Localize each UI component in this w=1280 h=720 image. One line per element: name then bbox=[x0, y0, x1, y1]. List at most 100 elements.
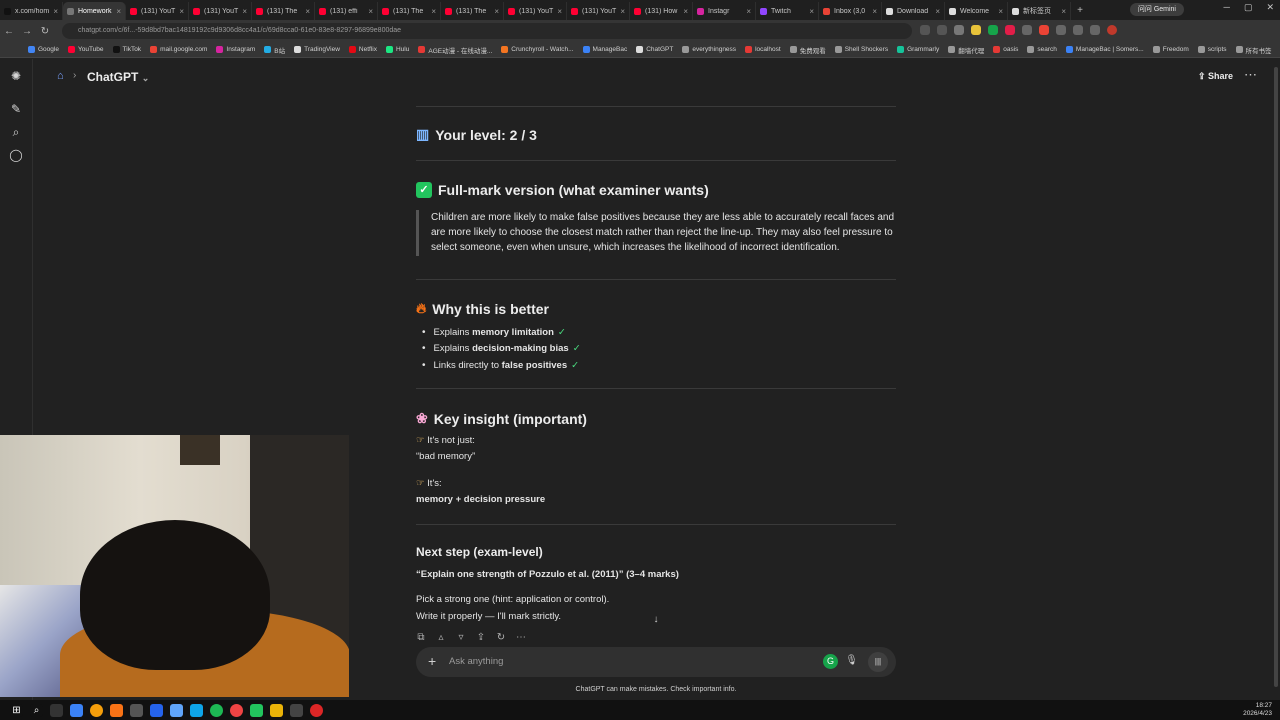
wechat-icon[interactable] bbox=[250, 703, 263, 717]
bookmark-item[interactable]: Netflix bbox=[348, 46, 377, 53]
app-icon[interactable] bbox=[310, 703, 323, 717]
bookmark-item[interactable]: Hulu bbox=[385, 46, 409, 53]
extension-icon[interactable] bbox=[1005, 25, 1015, 35]
browser-tab[interactable]: (131) How × bbox=[630, 2, 693, 20]
close-tab-icon[interactable]: × bbox=[53, 7, 58, 16]
share-icon[interactable]: ⇪ bbox=[476, 632, 486, 643]
back-icon[interactable]: ← bbox=[0, 26, 18, 37]
search-icon[interactable]: ⌕ bbox=[30, 703, 43, 717]
browser-tab[interactable]: (131) The × bbox=[441, 2, 504, 20]
browser-tab[interactable]: Instagr × bbox=[693, 2, 756, 20]
bookmark-item[interactable]: TradingView bbox=[294, 46, 340, 53]
close-tab-icon[interactable]: × bbox=[872, 7, 877, 16]
bookmark-item[interactable]: B站 bbox=[264, 45, 285, 55]
openai-logo-icon[interactable]: ✺ bbox=[9, 69, 23, 83]
bookmark-item[interactable]: Instagram bbox=[216, 46, 255, 53]
extension-icon[interactable] bbox=[988, 25, 998, 35]
bookmark-item[interactable]: TikTok bbox=[112, 46, 141, 53]
thumbs-down-icon[interactable]: ▿ bbox=[456, 632, 466, 643]
task-view-icon[interactable] bbox=[50, 703, 63, 717]
close-tab-icon[interactable]: × bbox=[998, 7, 1003, 16]
file-explorer-icon[interactable] bbox=[70, 703, 83, 717]
new-chat-icon[interactable]: ✎ bbox=[9, 102, 23, 116]
bookmark-item[interactable]: Freedom bbox=[1152, 46, 1189, 53]
browser-tab[interactable]: Homework × bbox=[63, 2, 126, 20]
close-tab-icon[interactable]: × bbox=[431, 7, 436, 16]
bookmark-item[interactable]: everythingness bbox=[682, 46, 736, 53]
project-icon[interactable]: ⌂ bbox=[57, 70, 64, 82]
browser-tab[interactable]: Twitch × bbox=[756, 2, 819, 20]
chrome-icon[interactable] bbox=[90, 703, 103, 717]
bookmark-item[interactable]: AGE动漫 - 在线动漫... bbox=[418, 45, 492, 55]
voice-mode-icon[interactable]: ||| bbox=[868, 652, 888, 672]
model-switcher[interactable]: ChatGPT ⌄ bbox=[87, 70, 149, 84]
browser-tab[interactable]: Inbox (3,0 × bbox=[819, 2, 882, 20]
bookmark-item[interactable]: localhost bbox=[745, 46, 781, 53]
close-tab-icon[interactable]: × bbox=[809, 7, 814, 16]
gmail-icon[interactable] bbox=[1039, 25, 1049, 35]
close-tab-icon[interactable]: × bbox=[116, 7, 121, 16]
bookmark-item[interactable]: Google bbox=[28, 46, 59, 53]
thumbs-up-icon[interactable]: ▵ bbox=[436, 632, 446, 643]
bookmark-item[interactable]: Shell Shockers bbox=[834, 46, 888, 53]
reload-icon[interactable]: ↻ bbox=[36, 26, 54, 37]
bookmark-item[interactable]: oasis bbox=[993, 46, 1018, 53]
system-clock[interactable]: 18:27 2026/4/23 bbox=[1243, 702, 1272, 718]
share-button[interactable]: ⇪ Share bbox=[1198, 71, 1233, 82]
browser-tab[interactable]: x.com/hom × bbox=[0, 2, 63, 20]
close-window-icon[interactable]: ✕ bbox=[1266, 2, 1274, 13]
app-icon[interactable] bbox=[150, 703, 163, 717]
extension-icon[interactable] bbox=[971, 25, 981, 35]
browser-tab[interactable]: 新标签页 × bbox=[1008, 2, 1071, 20]
app-icon[interactable] bbox=[130, 703, 143, 717]
microphone-icon[interactable]: 🎙︎ bbox=[845, 655, 858, 666]
extension-icon[interactable] bbox=[1056, 25, 1066, 35]
start-icon[interactable]: ⊞ bbox=[10, 703, 23, 717]
extensions-puzzle-icon[interactable] bbox=[1090, 25, 1100, 35]
bookmark-item[interactable]: 免费观看 bbox=[789, 45, 826, 55]
regenerate-icon[interactable]: ↻ bbox=[496, 632, 506, 643]
composer-input[interactable]: Ask anything bbox=[449, 656, 503, 667]
minimize-icon[interactable]: ─ bbox=[1224, 2, 1230, 13]
browser-tab[interactable]: (131) YouT × bbox=[567, 2, 630, 20]
app-icon[interactable] bbox=[270, 703, 283, 717]
scroll-down-icon[interactable]: ↓ bbox=[650, 614, 662, 626]
copy-icon[interactable]: ⧉ bbox=[416, 632, 426, 643]
browser-tab[interactable]: (131) YouT × bbox=[504, 2, 567, 20]
close-tab-icon[interactable]: × bbox=[179, 7, 184, 16]
new-tab-icon[interactable]: + bbox=[1071, 5, 1089, 16]
browser-tab[interactable]: Download × bbox=[882, 2, 945, 20]
translate-icon[interactable] bbox=[920, 25, 930, 35]
spotify-icon[interactable] bbox=[210, 703, 223, 717]
bookmark-item[interactable]: ManageBac bbox=[582, 46, 627, 53]
browser-tab[interactable]: (131) The × bbox=[378, 2, 441, 20]
more-icon[interactable]: ⋯ bbox=[516, 632, 526, 643]
extension-icon[interactable] bbox=[1073, 25, 1083, 35]
close-tab-icon[interactable]: × bbox=[1061, 7, 1066, 16]
bookmark-item[interactable]: search bbox=[1027, 46, 1057, 53]
bookmark-item[interactable]: Grammarly bbox=[897, 46, 939, 53]
close-tab-icon[interactable]: × bbox=[557, 7, 562, 16]
avatar[interactable] bbox=[1107, 25, 1117, 35]
url-bar[interactable]: chatgpt.com/c/6f...-59d8bd7bac14819192c9… bbox=[62, 23, 912, 39]
app-icon[interactable] bbox=[230, 703, 243, 717]
bookmark-item[interactable]: 所有书签 bbox=[1235, 45, 1272, 55]
extension-icon[interactable] bbox=[1022, 25, 1032, 35]
chats-icon[interactable]: ◯ bbox=[9, 148, 23, 162]
steam-icon[interactable] bbox=[190, 703, 203, 717]
forward-icon[interactable]: → bbox=[18, 26, 36, 37]
browser-tab[interactable]: (131) YouT × bbox=[189, 2, 252, 20]
zoom-icon[interactable] bbox=[937, 25, 947, 35]
composer[interactable]: + Ask anything G 🎙︎ ||| bbox=[416, 647, 896, 677]
plus-icon[interactable]: + bbox=[428, 653, 436, 669]
close-tab-icon[interactable]: × bbox=[935, 7, 940, 16]
grammarly-icon[interactable]: G bbox=[823, 654, 838, 669]
browser-tab[interactable]: (131) YouT × bbox=[126, 2, 189, 20]
browser-tab[interactable]: (131) The × bbox=[252, 2, 315, 20]
more-options-icon[interactable]: ⋯ bbox=[1244, 67, 1257, 83]
close-tab-icon[interactable]: × bbox=[368, 7, 373, 16]
browser-tab[interactable]: (131) effi × bbox=[315, 2, 378, 20]
app-icon[interactable] bbox=[110, 703, 123, 717]
app-icon[interactable] bbox=[170, 703, 183, 717]
close-tab-icon[interactable]: × bbox=[494, 7, 499, 16]
